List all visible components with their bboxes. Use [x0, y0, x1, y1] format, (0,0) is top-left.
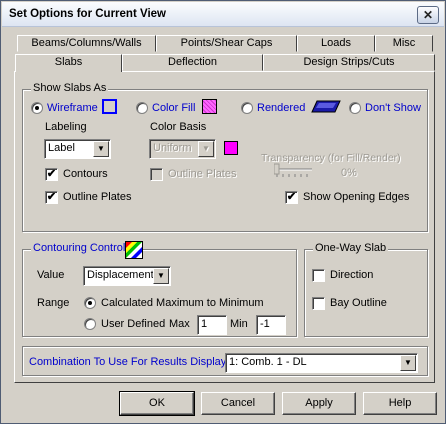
range-calculated-label[interactable]: Calculated Maximum to Minimum — [101, 297, 264, 309]
color-fill-radio[interactable] — [136, 102, 148, 114]
tab-slabs[interactable]: Slabs — [15, 54, 122, 72]
min-input[interactable]: -1 — [256, 315, 286, 335]
dont-show-radio[interactable] — [349, 102, 361, 114]
contours-label[interactable]: Contours — [63, 168, 108, 180]
combination-label: Combination To Use For Results Display — [29, 356, 227, 368]
labeling-label: Labeling — [45, 121, 87, 133]
transparency-value: 0% — [341, 167, 357, 179]
labeling-dropdown[interactable]: Label ▼ — [44, 139, 111, 159]
chevron-down-icon[interactable]: ▼ — [198, 141, 214, 157]
outline-plates-label[interactable]: Outline Plates — [63, 191, 131, 203]
direction-label[interactable]: Direction — [330, 269, 373, 281]
help-button[interactable]: Help — [363, 392, 437, 415]
outline-plates-disabled-checkbox[interactable] — [150, 168, 163, 181]
tab-design-strips-cuts[interactable]: Design Strips/Cuts — [263, 54, 435, 71]
close-button[interactable]: ✕ — [417, 6, 439, 24]
show-slabs-group-title: Show Slabs As — [31, 82, 109, 94]
range-label: Range — [37, 297, 70, 309]
bay-outline-checkbox[interactable] — [312, 297, 325, 310]
contour-value-dropdown[interactable]: Displacement ▼ — [83, 266, 171, 286]
tab-points-shear-caps[interactable]: Points/Shear Caps — [156, 35, 297, 52]
wireframe-swatch-icon — [102, 99, 117, 114]
transparency-slider[interactable] — [274, 163, 314, 177]
color-basis-dropdown[interactable]: Uniform ▼ — [149, 139, 216, 159]
chevron-down-icon[interactable]: ▼ — [93, 141, 109, 157]
value-label: Value — [37, 269, 65, 281]
color-fill-swatch-icon — [202, 99, 217, 114]
color-basis-label: Color Basis — [150, 121, 207, 133]
window-title: Set Options for Current View — [9, 8, 166, 20]
labeling-value: Label — [48, 142, 75, 154]
combination-value: 1: Comb. 1 - DL — [229, 356, 307, 368]
max-input[interactable]: 1 — [197, 315, 227, 335]
tab-row-1: Beams/Columns/Walls Points/Shear Caps Lo… — [15, 35, 433, 52]
contours-checkbox[interactable]: ✔ — [45, 168, 58, 181]
tab-deflection[interactable]: Deflection — [122, 54, 263, 71]
outline-plates-checkbox[interactable]: ✔ — [45, 191, 58, 204]
tab-row-2: Slabs Deflection Design Strips/Cuts — [15, 54, 435, 72]
rendered-slab-icon — [311, 100, 341, 113]
color-basis-value: Uniform — [153, 142, 192, 154]
chevron-down-icon[interactable]: ▼ — [153, 268, 169, 284]
range-user-defined-radio[interactable] — [84, 318, 96, 330]
tab-loads[interactable]: Loads — [297, 35, 375, 52]
rendered-radio[interactable] — [241, 102, 253, 114]
apply-button[interactable]: Apply — [282, 392, 356, 415]
contouring-control-title: Contouring Control — [31, 242, 128, 254]
direction-checkbox[interactable] — [312, 269, 325, 282]
show-opening-edges-label[interactable]: Show Opening Edges — [303, 191, 409, 203]
tab-beams-columns-walls[interactable]: Beams/Columns/Walls — [17, 35, 156, 52]
dont-show-label[interactable]: Don't Show — [365, 102, 421, 114]
tab-misc[interactable]: Misc — [375, 35, 433, 52]
rendered-label[interactable]: Rendered — [257, 102, 305, 114]
contour-value-selected: Displacement — [87, 269, 154, 281]
one-way-slab-group: One-Way Slab — [304, 242, 428, 337]
wireframe-label[interactable]: Wireframe — [47, 102, 98, 114]
cancel-button[interactable]: Cancel — [201, 392, 275, 415]
range-calculated-radio[interactable] — [84, 297, 96, 309]
wireframe-radio[interactable] — [31, 102, 43, 114]
bay-outline-label[interactable]: Bay Outline — [330, 297, 387, 309]
show-opening-edges-checkbox[interactable]: ✔ — [285, 191, 298, 204]
options-dialog: Set Options for Current View ✕ Beams/Col… — [0, 0, 446, 424]
color-basis-swatch[interactable] — [224, 141, 238, 155]
title-bar: Set Options for Current View ✕ — [2, 2, 444, 27]
ok-button[interactable]: OK — [119, 391, 195, 416]
contour-colors-icon[interactable] — [125, 241, 143, 259]
chevron-down-icon[interactable]: ▼ — [400, 355, 416, 371]
one-way-slab-title: One-Way Slab — [313, 242, 389, 254]
combination-dropdown[interactable]: 1: Comb. 1 - DL ▼ — [225, 353, 418, 373]
min-label: Min — [230, 318, 248, 330]
max-label: Max — [169, 318, 190, 330]
color-fill-label[interactable]: Color Fill — [152, 102, 195, 114]
outline-plates-disabled-label: Outline Plates — [168, 168, 237, 180]
range-user-defined-label[interactable]: User Defined — [101, 318, 165, 330]
